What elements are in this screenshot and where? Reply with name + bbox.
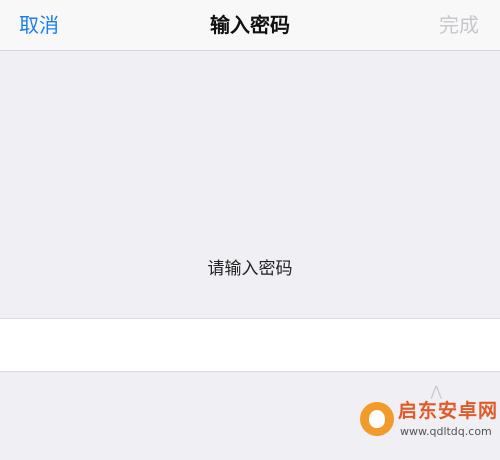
cancel-button[interactable]: 取消 [19, 12, 59, 38]
page-title: 输入密码 [210, 13, 290, 37]
navigation-bar: 取消 输入密码 完成 [0, 0, 500, 51]
password-prompt: 请输入密码 [207, 259, 293, 279]
watermark: ⋀ 启东安卓网 www.qdltdq.com [350, 384, 500, 460]
watermark-name: 启东安卓网 [398, 400, 499, 422]
done-button[interactable]: 完成 [439, 12, 479, 38]
watermark-mark-icon: ⋀ [430, 384, 442, 400]
password-field[interactable] [0, 318, 500, 372]
watermark-url: www.qdltdq.com [400, 425, 492, 438]
smile-logo-icon [360, 402, 394, 436]
password-input[interactable] [0, 319, 500, 371]
